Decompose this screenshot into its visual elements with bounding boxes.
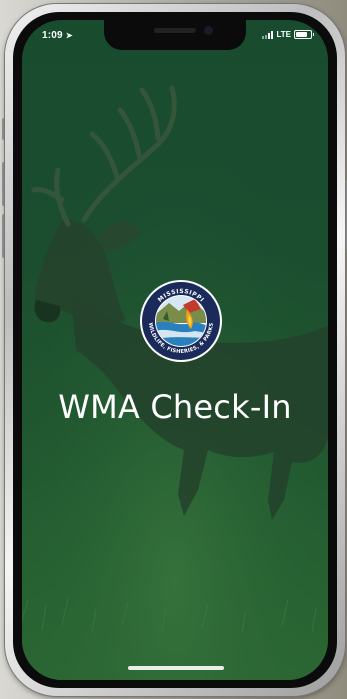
home-indicator[interactable] [128,666,224,670]
status-time-text: 1:09 [42,30,63,41]
phone-notch [104,20,246,50]
status-indicators: LTE [262,30,314,39]
cellular-signal-icon [262,30,274,39]
earpiece-speaker [154,28,196,33]
app-title: WMA Check-In [58,388,292,426]
app-screen[interactable]: 1:09 ➤ LTE MISSISSIPPI WILDLIFE, FISHERI… [22,20,328,680]
location-arrow-icon: ➤ [65,31,73,40]
network-label: LTE [276,30,291,39]
front-camera [204,26,213,35]
mdwfp-logo: MISSISSIPPI WILDLIFE, FISHERIES, & PARKS [140,280,222,362]
status-time: 1:09 ➤ [42,30,73,41]
battery-level [296,32,308,37]
battery-icon [294,30,314,39]
